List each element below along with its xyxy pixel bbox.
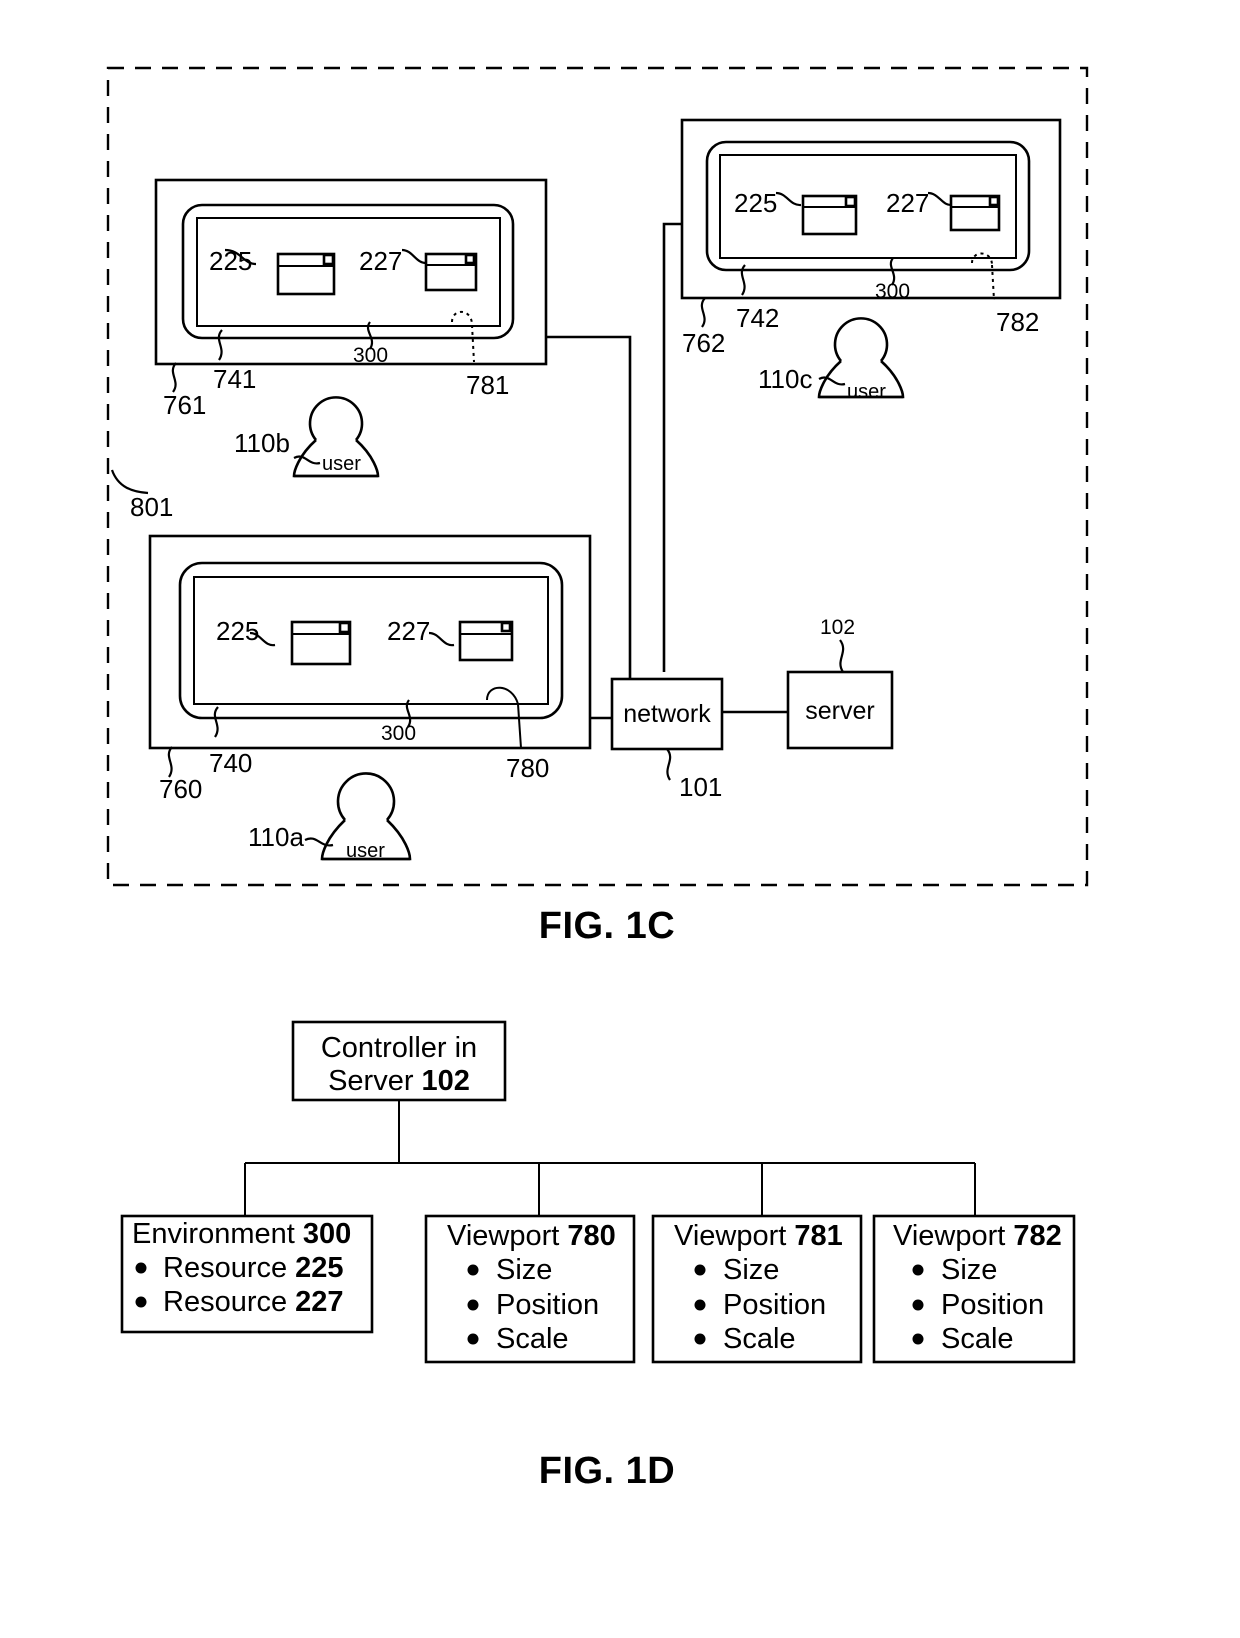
user-label-a: user — [346, 840, 385, 862]
bullet-dot — [135, 1262, 147, 1274]
ref-801: 801 — [130, 492, 173, 522]
bullet-dot — [467, 1333, 479, 1345]
resource-window-227-b — [424, 252, 478, 292]
link-display-c-network — [662, 222, 682, 672]
viewport-782-item-3: Scale — [941, 1323, 1014, 1355]
viewport-780-title: Viewport 780 — [447, 1220, 616, 1252]
fig-1d-caption: FIG. 1D — [539, 1450, 676, 1492]
environment-item-2: Resource 227 — [163, 1286, 344, 1318]
ref-102: 102 — [820, 616, 855, 639]
ref-762: 762 — [682, 328, 725, 358]
viewport-782-title: Viewport 782 — [893, 1220, 1062, 1252]
leader-102 — [839, 639, 845, 673]
viewport-781-item-3: Scale — [723, 1323, 796, 1355]
resource-window-225-c — [801, 194, 858, 236]
viewport-780-item-1: Size — [496, 1254, 552, 1286]
ref-110a: 110a — [248, 822, 304, 852]
viewport-781-title: Viewport 781 — [674, 1220, 843, 1252]
display-a-group — [148, 534, 612, 861]
ref-110b: 110b — [234, 428, 290, 458]
bullet-dot — [467, 1264, 479, 1276]
ref-227-b: 227 — [359, 246, 402, 276]
bullet-dot — [135, 1296, 147, 1308]
leader-762 — [700, 297, 706, 328]
leader-761 — [171, 362, 177, 393]
ref-300-b: 300 — [353, 344, 388, 367]
ref-110c: 110c — [758, 364, 812, 394]
leader-801 — [110, 469, 149, 495]
viewport-781-item-2: Position — [723, 1289, 826, 1321]
ref-760: 760 — [159, 774, 202, 804]
ref-225-a: 225 — [216, 616, 259, 646]
bullet-dot — [467, 1299, 479, 1311]
bullet-dot — [912, 1299, 924, 1311]
server-label: server — [805, 697, 874, 725]
bullet-dot — [694, 1333, 706, 1345]
viewport-780-item-2: Position — [496, 1289, 599, 1321]
network-label: network — [623, 700, 711, 728]
viewport-782-item-1: Size — [941, 1254, 997, 1286]
figure-canvas: 225 227 300 741 761 781 110b user 225 22… — [106, 66, 1089, 1492]
ref-300-c: 300 — [875, 280, 910, 303]
user-label-b: user — [322, 453, 361, 475]
ref-300-a: 300 — [381, 722, 416, 745]
resource-window-225-b — [276, 252, 336, 296]
ref-780: 780 — [506, 753, 549, 783]
ref-761: 761 — [163, 390, 206, 420]
ref-225-c: 225 — [734, 188, 777, 218]
ref-782: 782 — [996, 307, 1039, 337]
ref-742: 742 — [736, 303, 779, 333]
ref-740: 740 — [209, 748, 252, 778]
bullet-dot — [912, 1333, 924, 1345]
resource-window-227-c — [949, 194, 1001, 232]
viewport-782-item-2: Position — [941, 1289, 1044, 1321]
controller-line2: Server 102 — [328, 1065, 470, 1097]
controller-line1: Controller in — [321, 1032, 477, 1064]
leader-760 — [167, 746, 173, 778]
ref-227-c: 227 — [886, 188, 929, 218]
bullet-dot — [912, 1264, 924, 1276]
leader-101 — [666, 748, 672, 781]
ref-227-a: 227 — [387, 616, 430, 646]
fig-1c-group — [106, 66, 1089, 887]
ref-741: 741 — [213, 364, 256, 394]
ref-101: 101 — [679, 772, 722, 802]
viewport-780-item-3: Scale — [496, 1323, 569, 1355]
patent-figure-sheet: 225 227 300 741 761 781 110b user 225 22… — [0, 0, 1240, 1638]
environment-box-title: Environment 300 — [132, 1218, 351, 1250]
ref-225-b: 225 — [209, 246, 252, 276]
user-label-c: user — [847, 381, 886, 403]
fig-1c-caption: FIG. 1C — [539, 905, 676, 947]
environment-item-1: Resource 225 — [163, 1252, 344, 1284]
resource-window-227-a — [458, 620, 514, 662]
bullet-dot — [694, 1264, 706, 1276]
ref-781: 781 — [466, 370, 509, 400]
viewport-781-item-1: Size — [723, 1254, 779, 1286]
bullet-dot — [694, 1299, 706, 1311]
resource-window-225-a — [290, 620, 352, 666]
